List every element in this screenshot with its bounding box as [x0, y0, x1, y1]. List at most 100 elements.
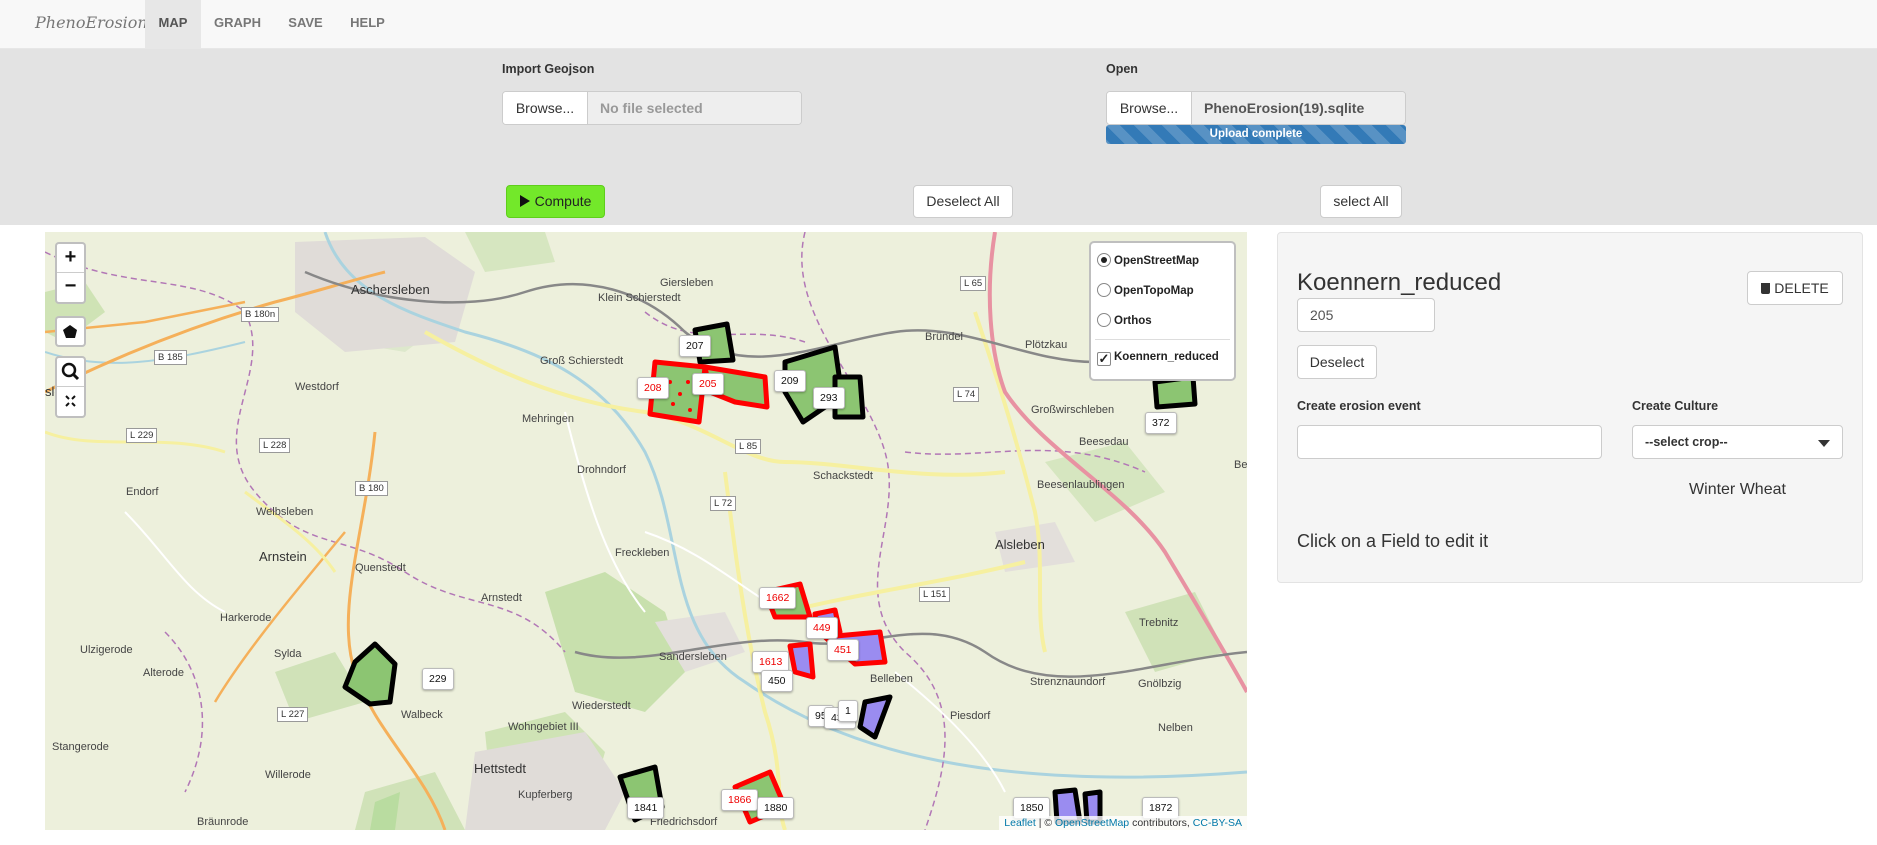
layer-opentopomap[interactable]: OpenTopoMap	[1097, 282, 1194, 300]
open-file-input[interactable]: Browse... PhenoErosion(19).sqlite	[1106, 91, 1406, 125]
place-label: Drohndorf	[577, 464, 626, 476]
radio-icon[interactable]	[1097, 313, 1111, 327]
place-label: Wohngebiet III	[508, 721, 579, 733]
nav-save[interactable]: SAVE	[274, 0, 337, 49]
field-marker[interactable]: 372	[1145, 412, 1177, 434]
leaflet-link[interactable]: Leaflet	[1004, 817, 1036, 829]
place-label: Plötzkau	[1025, 339, 1068, 351]
search-button[interactable]	[57, 358, 84, 387]
field-marker[interactable]: 207	[679, 335, 711, 357]
search-fullscreen-control	[55, 356, 86, 418]
place-label: Nelben	[1158, 722, 1193, 734]
road-label: L 227	[277, 707, 309, 722]
place-label: Trebnitz	[1139, 617, 1179, 629]
road-label: B 185	[154, 350, 187, 365]
field-marker[interactable]: 451	[827, 639, 859, 661]
field-marker[interactable]: 1880	[757, 797, 795, 819]
place-label: Groß Schierstedt	[540, 355, 624, 367]
radio-icon[interactable]	[1097, 253, 1111, 267]
map-view[interactable]: Aschersleben Giersleben Klein Schiersted…	[45, 232, 1247, 830]
field-marker[interactable]: 293	[813, 387, 845, 409]
place-label: Stangerode	[52, 741, 109, 753]
import-geojson-file-input[interactable]: Browse... No file selected	[502, 91, 802, 125]
place-label: Westdorf	[295, 381, 339, 393]
field-marker[interactable]: 450	[761, 670, 793, 692]
chevron-down-icon	[1818, 440, 1830, 447]
delete-button[interactable]: DELETE	[1747, 271, 1843, 305]
place-label: Endorf	[126, 486, 159, 498]
erosion-event-label: Create erosion event	[1297, 399, 1421, 413]
place-label: Großwirschleben	[1031, 404, 1115, 416]
field-marker[interactable]: 1	[838, 700, 858, 722]
place-label: Aschersleben	[351, 282, 430, 297]
place-label: Strenznaundorf	[1030, 676, 1106, 688]
place-label: Freckleben	[615, 547, 670, 559]
place-label: Quenstedt	[355, 562, 406, 574]
place-label: Welbsleben	[256, 506, 314, 518]
crop-select[interactable]: --select crop--	[1632, 425, 1843, 459]
culture-value: Winter Wheat	[1689, 481, 1786, 498]
zoom-in-button[interactable]: +	[57, 244, 84, 273]
field-marker[interactable]: 1866	[721, 789, 759, 811]
road-label: L 65	[960, 276, 987, 291]
layer-control: OpenStreetMap OpenTopoMap Orthos ✓ Koenne…	[1089, 241, 1236, 381]
place-label: Bräunrode	[197, 816, 249, 828]
deselect-all-button[interactable]: Deselect All	[913, 185, 1013, 218]
osm-link[interactable]: OpenStreetMap	[1055, 817, 1129, 829]
place-label: Klein Schierstedt	[598, 292, 681, 304]
field-marker[interactable]: 449	[806, 617, 838, 639]
zoom-out-button[interactable]: −	[57, 273, 84, 302]
place-label: Wiederstedt	[572, 700, 631, 712]
field-marker[interactable]: 1662	[759, 587, 797, 609]
open-label: Open	[1106, 62, 1138, 76]
field-editor-panel: Koennern_reduced DELETE 205 Deselect Cre…	[1277, 232, 1863, 583]
place-label: Kupferberg	[518, 789, 573, 801]
license-link[interactable]: CC-BY-SA	[1193, 817, 1242, 829]
field-marker[interactable]: 209	[774, 370, 806, 392]
place-label: Alterode	[143, 667, 184, 679]
field-id-input[interactable]: 205	[1297, 298, 1435, 332]
place-label: Arnstein	[259, 549, 307, 564]
play-icon	[519, 195, 530, 207]
edit-hint: Click on a Field to edit it	[1297, 531, 1489, 551]
place-label: Be	[1234, 459, 1247, 471]
field-marker[interactable]: 229	[422, 668, 454, 690]
erosion-event-input[interactable]	[1297, 425, 1602, 459]
navbar: PhenoErosion MAP GRAPH SAVE HELP	[0, 0, 1877, 49]
fullscreen-button[interactable]	[57, 387, 84, 416]
upload-progress-bar: Upload complete	[1106, 125, 1406, 144]
road-label: L 72	[710, 496, 737, 511]
radio-icon[interactable]	[1097, 283, 1111, 297]
nav-help[interactable]: HELP	[337, 0, 398, 49]
place-label: Hettstedt	[474, 761, 527, 776]
road-label: L 74	[953, 387, 980, 402]
place-label: Beesedau	[1079, 436, 1129, 448]
nav-graph[interactable]: GRAPH	[201, 0, 274, 49]
brand-logo[interactable]: PhenoErosion	[35, 13, 148, 32]
road-label: L 85	[735, 439, 762, 454]
field-marker[interactable]: 208	[637, 377, 669, 399]
place-label: Arnstedt	[481, 592, 522, 604]
field-marker[interactable]: 205	[692, 373, 724, 395]
layer-osm[interactable]: OpenStreetMap	[1097, 252, 1199, 270]
road-label: B 180	[355, 481, 388, 496]
open-file-name: PhenoErosion(19).sqlite	[1192, 92, 1405, 124]
place-label: Gnölbzig	[1138, 678, 1182, 690]
import-file-name: No file selected	[588, 92, 801, 124]
layer-koennern-reduced[interactable]: ✓ Koennern_reduced	[1097, 348, 1219, 366]
checkbox-icon[interactable]: ✓	[1097, 352, 1111, 366]
draw-polygon-button[interactable]	[55, 316, 86, 347]
collapse-icon	[65, 395, 76, 407]
deselect-button[interactable]: Deselect	[1297, 345, 1377, 379]
nav-map[interactable]: MAP	[145, 0, 201, 49]
map-attribution: Leaflet | © OpenStreetMap contributors, …	[999, 816, 1247, 830]
import-browse-button[interactable]: Browse...	[503, 92, 588, 124]
select-all-button[interactable]: select All	[1320, 185, 1402, 218]
road-label: L 151	[919, 587, 951, 602]
place-label: Beesenlaublingen	[1037, 479, 1125, 491]
field-marker[interactable]: 1841	[627, 797, 665, 819]
compute-button[interactable]: Compute	[506, 185, 605, 218]
zoom-control: + −	[55, 242, 86, 304]
layer-orthos[interactable]: Orthos	[1097, 312, 1152, 330]
open-browse-button[interactable]: Browse...	[1107, 92, 1192, 124]
